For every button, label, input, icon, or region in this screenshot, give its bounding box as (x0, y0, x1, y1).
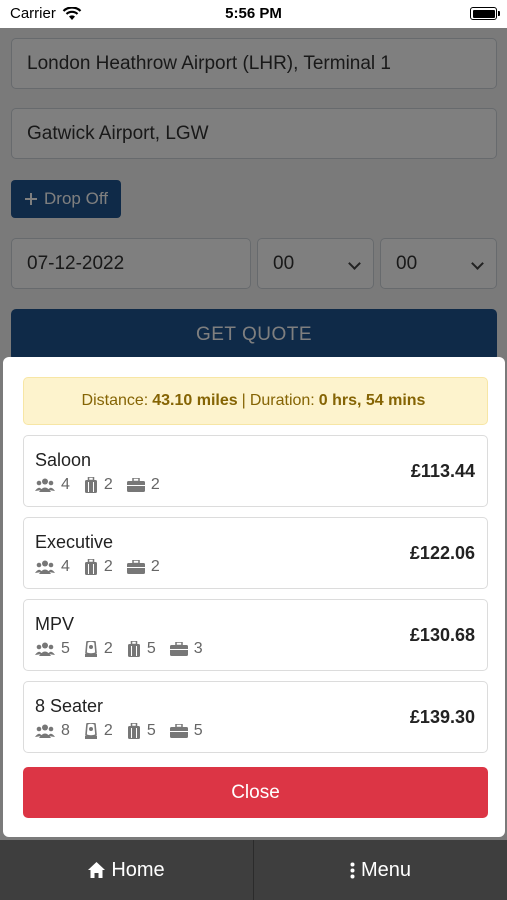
child-seat-icon (84, 641, 97, 657)
passenger-count: 4 (61, 476, 70, 493)
distance-label: Distance: (81, 392, 149, 409)
suitcase-capacity: 5 (169, 722, 203, 740)
duration-label: Duration: (249, 392, 315, 409)
child-seat-icon (84, 723, 97, 739)
close-button[interactable]: Close (23, 767, 488, 818)
vehicle-specs: 8 2 5 5 (35, 722, 217, 740)
vehicle-specs: 4 2 2 (35, 476, 174, 494)
menu-dots-icon (350, 862, 355, 878)
hand-luggage-icon (84, 559, 97, 575)
suitcase-icon (126, 478, 145, 492)
suitcase-count: 2 (150, 476, 160, 493)
nav-home-button[interactable]: Home (0, 840, 253, 900)
passenger-capacity: 4 (35, 558, 70, 576)
home-icon (88, 862, 106, 878)
vehicle-price: £122.06 (409, 543, 475, 563)
vehicle-specs: 4 2 2 (35, 558, 174, 576)
clock: 5:56 PM (225, 5, 282, 22)
suitcase-capacity: 3 (169, 640, 203, 658)
hand-luggage-count: 2 (103, 558, 113, 575)
vehicle-price: £113.44 (410, 461, 475, 481)
child-seat-capacity: 2 (84, 722, 113, 740)
vehicle-option-saloon[interactable]: Saloon £113.44 4 2 2 (23, 435, 488, 507)
duration-value: 0 hrs, 54 mins (318, 392, 426, 409)
hand-luggage-capacity: 2 (84, 476, 113, 494)
hand-luggage-count: 5 (146, 722, 156, 739)
vehicle-price: £130.68 (409, 625, 475, 645)
passenger-count: 4 (61, 558, 70, 575)
bottom-nav: Home Menu (0, 840, 507, 900)
hand-luggage-capacity: 2 (84, 558, 113, 576)
hand-luggage-capacity: 5 (127, 722, 156, 740)
nav-menu-button[interactable]: Menu (253, 840, 507, 900)
passenger-capacity: 4 (35, 476, 70, 494)
hand-luggage-icon (127, 723, 140, 739)
vehicle-name: Executive (35, 532, 114, 552)
trip-info-alert: Distance: 43.10 miles | Duration: 0 hrs,… (23, 377, 488, 425)
vehicle-name: Saloon (35, 450, 92, 470)
hand-luggage-count: 2 (103, 476, 113, 493)
child-seat-capacity: 2 (84, 640, 113, 658)
nav-menu-label: Menu (360, 858, 412, 881)
hand-luggage-icon (127, 641, 140, 657)
vehicle-name: MPV (35, 614, 75, 634)
suitcase-count: 3 (193, 640, 203, 657)
passenger-count: 8 (61, 722, 70, 739)
vehicle-specs: 5 2 5 3 (35, 640, 217, 658)
child-seat-count: 2 (103, 722, 113, 739)
passenger-count: 5 (61, 640, 70, 657)
passenger-capacity: 5 (35, 640, 70, 658)
vehicle-name: 8 Seater (35, 696, 104, 716)
suitcase-icon (169, 642, 188, 656)
passengers-icon (35, 478, 55, 492)
status-bar: Carrier 5:56 PM (0, 0, 507, 28)
distance-value: 43.10 miles (152, 392, 238, 409)
suitcase-icon (126, 560, 145, 574)
vehicle-option-8-seater[interactable]: 8 Seater £139.30 8 2 5 5 (23, 681, 488, 753)
passengers-icon (35, 560, 55, 574)
vehicle-option-mpv[interactable]: MPV £130.68 5 2 5 3 (23, 599, 488, 671)
hand-luggage-capacity: 5 (127, 640, 156, 658)
quote-modal: Distance: 43.10 miles | Duration: 0 hrs,… (3, 357, 505, 837)
hand-luggage-icon (84, 477, 97, 493)
passengers-icon (35, 642, 55, 656)
suitcase-count: 2 (150, 558, 160, 575)
battery-icon (470, 7, 500, 20)
hand-luggage-count: 5 (146, 640, 156, 657)
vehicle-option-executive[interactable]: Executive £122.06 4 2 2 (23, 517, 488, 589)
vehicle-price: £139.30 (409, 707, 475, 727)
suitcase-count: 5 (193, 722, 203, 739)
info-separator: | (241, 392, 246, 409)
passengers-icon (35, 724, 55, 738)
nav-home-label: Home (111, 858, 165, 881)
suitcase-icon (169, 724, 188, 738)
passenger-capacity: 8 (35, 722, 70, 740)
suitcase-capacity: 2 (126, 476, 160, 494)
suitcase-capacity: 2 (126, 558, 160, 576)
child-seat-count: 2 (103, 640, 113, 657)
